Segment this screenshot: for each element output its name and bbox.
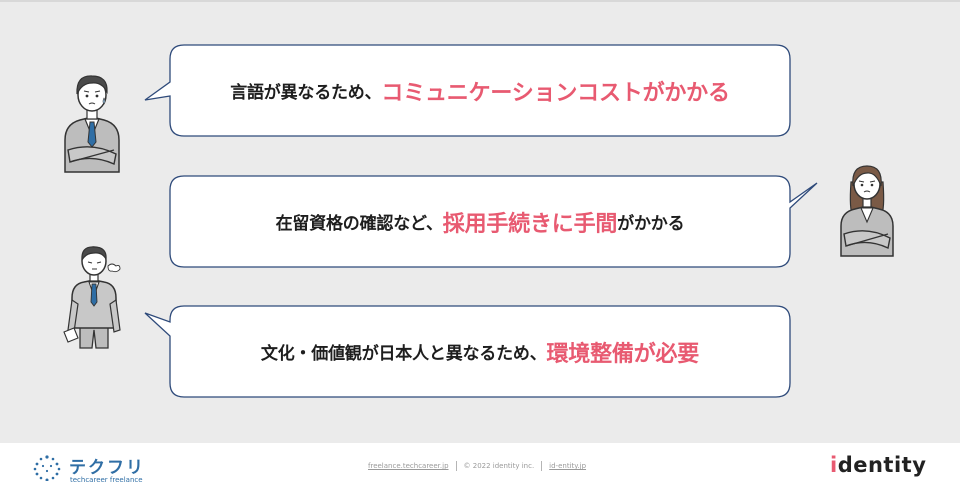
bubble-1-text: 言語が異なるため、 コミュニケーションコスト がかかる	[170, 45, 790, 136]
identity-logo-i: i	[830, 453, 838, 477]
bubble-2-suffix: がかかる	[617, 214, 685, 234]
footer: テクフリ techcareer freelance freelance.tech…	[0, 443, 960, 491]
bubble-2-text: 在留資格の確認など、 採用手続きに手間 がかかる	[170, 176, 790, 267]
footer-links: freelance.techcareer.jp © 2022 identity …	[368, 461, 586, 471]
footer-separator	[541, 461, 543, 471]
sighing-businessman-icon	[63, 246, 121, 349]
bubble-3-text: 文化・価値観が日本人と異なるため、 環境整備が必要	[170, 306, 790, 397]
bubble-2-prefix: 在留資格の確認など、	[275, 214, 443, 234]
bubble-1-prefix: 言語が異なるため、	[230, 83, 382, 103]
footer-link-identity[interactable]: id-entity.jp	[549, 462, 586, 470]
footer-separator	[455, 461, 457, 471]
bubble-3-highlight: 環境整備が必要	[546, 341, 700, 367]
worried-businessman-icon	[64, 75, 120, 173]
techfree-brand-name: テクフリ	[69, 458, 145, 478]
techfree-brand-sub: techcareer freelance	[70, 476, 143, 484]
techfree-dots-icon	[33, 455, 61, 481]
bubble-3-prefix: 文化・価値観が日本人と異なるため、	[260, 344, 547, 364]
identity-logo-rest: dentity	[837, 453, 927, 477]
worried-businesswoman-icon	[840, 165, 894, 257]
identity-logo[interactable]: identity	[830, 453, 926, 477]
slide-content: 言語が異なるため、 コミュニケーションコスト がかかる 在留資格の確認など、 採用手続…	[0, 0, 960, 443]
footer-copyright: © 2022 identity inc.	[463, 462, 535, 470]
footer-link-techcareer[interactable]: freelance.techcareer.jp	[368, 462, 449, 470]
bubble-2-highlight: 採用手続きに手間	[442, 211, 618, 237]
bubble-1-suffix: がかかる	[642, 80, 730, 106]
bubble-1-highlight: コミュニケーションコスト	[381, 80, 643, 106]
